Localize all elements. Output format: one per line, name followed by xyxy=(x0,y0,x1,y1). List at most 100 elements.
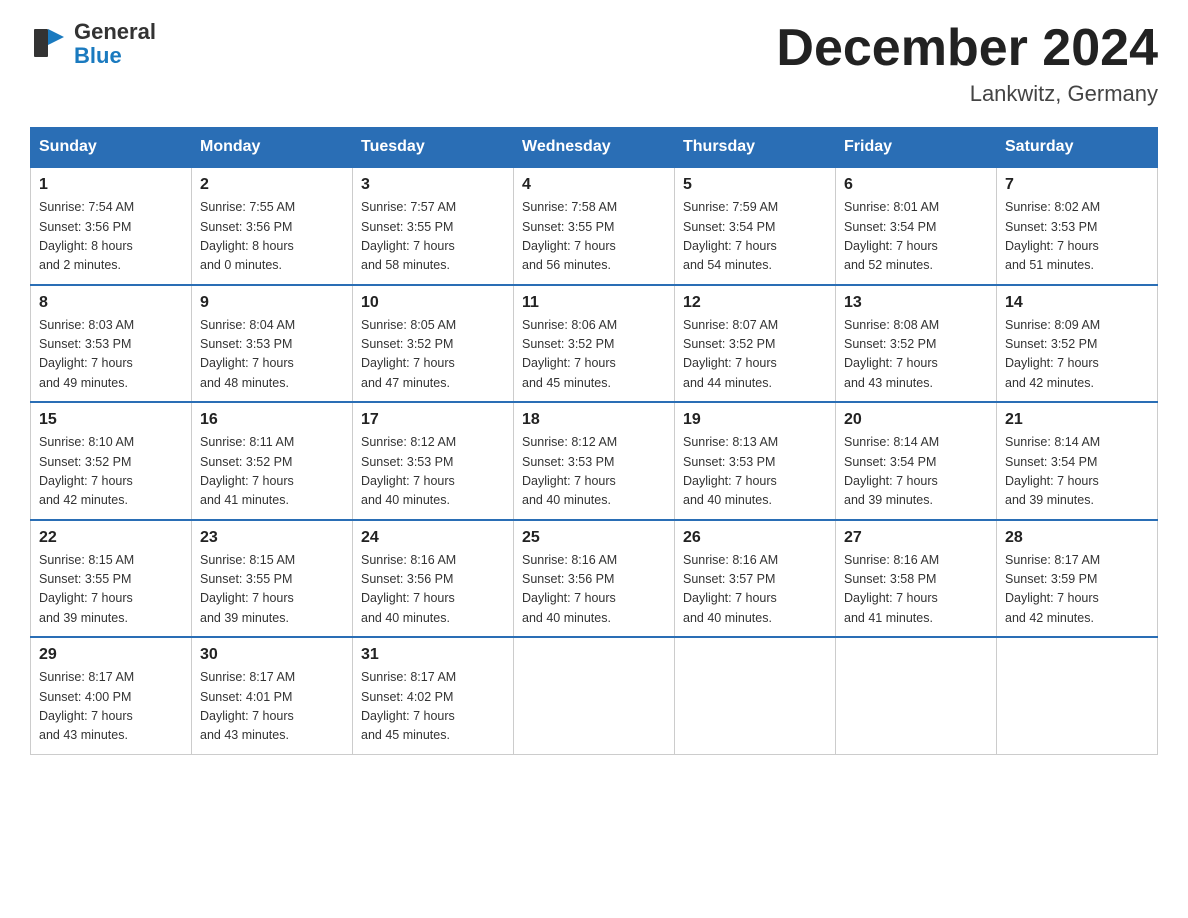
calendar-table: Sunday Monday Tuesday Wednesday Thursday… xyxy=(30,127,1158,755)
calendar-cell: 29 Sunrise: 8:17 AMSunset: 4:00 PMDayligh… xyxy=(31,637,192,754)
location-text: Lankwitz, Germany xyxy=(776,81,1158,107)
calendar-cell: 4Sunrise: 7:58 AMSunset: 3:55 PMDaylight… xyxy=(514,167,675,285)
day-number: 18 xyxy=(522,411,666,429)
calendar-cell: 20Sunrise: 8:14 AMSunset: 3:54 PMDayligh… xyxy=(836,402,997,520)
header-saturday: Saturday xyxy=(997,128,1158,168)
day-info: Sunrise: 8:17 AMSunset: 4:02 PMDaylight:… xyxy=(361,668,505,746)
calendar-cell xyxy=(836,637,997,754)
day-number: 4 xyxy=(522,176,666,194)
day-number: 5 xyxy=(683,176,827,194)
day-info: Sunrise: 8:17 AMSunset: 4:00 PMDaylight:… xyxy=(39,668,183,746)
day-number: 16 xyxy=(200,411,344,429)
calendar-cell: 6 Sunrise: 8:01 AMSunset: 3:54 PMDaylight… xyxy=(836,167,997,285)
day-number: 23 xyxy=(200,529,344,547)
day-info: Sunrise: 8:10 AMSunset: 3:52 PMDaylight:… xyxy=(39,433,183,511)
day-number: 24 xyxy=(361,529,505,547)
day-info: Sunrise: 8:17 AMSunset: 4:01 PMDaylight:… xyxy=(200,668,344,746)
logo-blue-text: Blue xyxy=(74,44,156,68)
logo-general-text: General xyxy=(74,20,156,44)
day-number: 8 xyxy=(39,294,183,312)
calendar-cell: 5 Sunrise: 7:59 AMSunset: 3:54 PMDaylight… xyxy=(675,167,836,285)
calendar-cell: 23Sunrise: 8:15 AMSunset: 3:55 PMDayligh… xyxy=(192,520,353,638)
day-number: 26 xyxy=(683,529,827,547)
day-number: 27 xyxy=(844,529,988,547)
day-number: 21 xyxy=(1005,411,1149,429)
day-info: Sunrise: 8:17 AMSunset: 3:59 PMDaylight:… xyxy=(1005,551,1149,629)
day-info: Sunrise: 8:04 AMSunset: 3:53 PMDaylight:… xyxy=(200,316,344,394)
header-row: Sunday Monday Tuesday Wednesday Thursday… xyxy=(31,128,1158,168)
day-info: Sunrise: 7:54 AMSunset: 3:56 PMDaylight:… xyxy=(39,198,183,276)
day-info: Sunrise: 8:16 AMSunset: 3:56 PMDaylight:… xyxy=(522,551,666,629)
day-info: Sunrise: 8:16 AMSunset: 3:58 PMDaylight:… xyxy=(844,551,988,629)
calendar-cell xyxy=(997,637,1158,754)
calendar-cell: 18 Sunrise: 8:12 AMSunset: 3:53 PMDayligh… xyxy=(514,402,675,520)
day-info: Sunrise: 8:15 AMSunset: 3:55 PMDaylight:… xyxy=(39,551,183,629)
header-sunday: Sunday xyxy=(31,128,192,168)
calendar-cell: 7 Sunrise: 8:02 AMSunset: 3:53 PMDaylight… xyxy=(997,167,1158,285)
day-info: Sunrise: 8:05 AMSunset: 3:52 PMDaylight:… xyxy=(361,316,505,394)
day-info: Sunrise: 7:57 AMSunset: 3:55 PMDaylight:… xyxy=(361,198,505,276)
header-thursday: Thursday xyxy=(675,128,836,168)
day-number: 10 xyxy=(361,294,505,312)
calendar-cell: 31 Sunrise: 8:17 AMSunset: 4:02 PMDayligh… xyxy=(353,637,514,754)
day-number: 19 xyxy=(683,411,827,429)
day-info: Sunrise: 8:16 AMSunset: 3:57 PMDaylight:… xyxy=(683,551,827,629)
day-number: 31 xyxy=(361,646,505,664)
logo: General Blue xyxy=(30,20,156,68)
month-title: December 2024 xyxy=(776,20,1158,77)
calendar-cell: 26 Sunrise: 8:16 AMSunset: 3:57 PMDayligh… xyxy=(675,520,836,638)
calendar-week-2: 8 Sunrise: 8:03 AMSunset: 3:53 PMDaylight… xyxy=(31,285,1158,403)
day-number: 3 xyxy=(361,176,505,194)
calendar-week-5: 29 Sunrise: 8:17 AMSunset: 4:00 PMDayligh… xyxy=(31,637,1158,754)
calendar-cell xyxy=(514,637,675,754)
day-number: 7 xyxy=(1005,176,1149,194)
header-tuesday: Tuesday xyxy=(353,128,514,168)
day-number: 22 xyxy=(39,529,183,547)
calendar-cell: 27 Sunrise: 8:16 AMSunset: 3:58 PMDayligh… xyxy=(836,520,997,638)
calendar-cell: 12 Sunrise: 8:07 AMSunset: 3:52 PMDayligh… xyxy=(675,285,836,403)
day-number: 20 xyxy=(844,411,988,429)
day-number: 13 xyxy=(844,294,988,312)
day-info: Sunrise: 8:11 AMSunset: 3:52 PMDaylight:… xyxy=(200,433,344,511)
day-number: 17 xyxy=(361,411,505,429)
day-info: Sunrise: 8:07 AMSunset: 3:52 PMDaylight:… xyxy=(683,316,827,394)
day-info: Sunrise: 8:02 AMSunset: 3:53 PMDaylight:… xyxy=(1005,198,1149,276)
calendar-cell xyxy=(675,637,836,754)
day-number: 28 xyxy=(1005,529,1149,547)
calendar-cell: 3 Sunrise: 7:57 AMSunset: 3:55 PMDaylight… xyxy=(353,167,514,285)
day-info: Sunrise: 8:12 AMSunset: 3:53 PMDaylight:… xyxy=(522,433,666,511)
header-wednesday: Wednesday xyxy=(514,128,675,168)
calendar-cell: 14Sunrise: 8:09 AMSunset: 3:52 PMDayligh… xyxy=(997,285,1158,403)
day-info: Sunrise: 8:12 AMSunset: 3:53 PMDaylight:… xyxy=(361,433,505,511)
day-info: Sunrise: 7:59 AMSunset: 3:54 PMDaylight:… xyxy=(683,198,827,276)
calendar-cell: 25Sunrise: 8:16 AMSunset: 3:56 PMDayligh… xyxy=(514,520,675,638)
day-info: Sunrise: 7:55 AMSunset: 3:56 PMDaylight:… xyxy=(200,198,344,276)
day-number: 12 xyxy=(683,294,827,312)
calendar-week-3: 15Sunrise: 8:10 AMSunset: 3:52 PMDayligh… xyxy=(31,402,1158,520)
day-number: 9 xyxy=(200,294,344,312)
day-number: 2 xyxy=(200,176,344,194)
calendar-cell: 10 Sunrise: 8:05 AMSunset: 3:52 PMDayligh… xyxy=(353,285,514,403)
calendar-cell: 19 Sunrise: 8:13 AMSunset: 3:53 PMDayligh… xyxy=(675,402,836,520)
calendar-cell: 1Sunrise: 7:54 AMSunset: 3:56 PMDaylight… xyxy=(31,167,192,285)
calendar-cell: 11Sunrise: 8:06 AMSunset: 3:52 PMDayligh… xyxy=(514,285,675,403)
calendar-cell: 28 Sunrise: 8:17 AMSunset: 3:59 PMDayligh… xyxy=(997,520,1158,638)
calendar-cell: 15Sunrise: 8:10 AMSunset: 3:52 PMDayligh… xyxy=(31,402,192,520)
day-number: 29 xyxy=(39,646,183,664)
day-info: Sunrise: 8:03 AMSunset: 3:53 PMDaylight:… xyxy=(39,316,183,394)
calendar-cell: 8 Sunrise: 8:03 AMSunset: 3:53 PMDaylight… xyxy=(31,285,192,403)
calendar-cell: 22 Sunrise: 8:15 AMSunset: 3:55 PMDayligh… xyxy=(31,520,192,638)
day-info: Sunrise: 8:01 AMSunset: 3:54 PMDaylight:… xyxy=(844,198,988,276)
day-info: Sunrise: 8:13 AMSunset: 3:53 PMDaylight:… xyxy=(683,433,827,511)
logo-icon xyxy=(30,23,72,65)
day-number: 14 xyxy=(1005,294,1149,312)
calendar-body: 1Sunrise: 7:54 AMSunset: 3:56 PMDaylight… xyxy=(31,167,1158,754)
calendar-cell: 2 Sunrise: 7:55 AMSunset: 3:56 PMDaylight… xyxy=(192,167,353,285)
calendar-week-4: 22 Sunrise: 8:15 AMSunset: 3:55 PMDayligh… xyxy=(31,520,1158,638)
calendar-cell: 16 Sunrise: 8:11 AMSunset: 3:52 PMDayligh… xyxy=(192,402,353,520)
calendar-cell: 13 Sunrise: 8:08 AMSunset: 3:52 PMDayligh… xyxy=(836,285,997,403)
calendar-cell: 30Sunrise: 8:17 AMSunset: 4:01 PMDayligh… xyxy=(192,637,353,754)
day-number: 6 xyxy=(844,176,988,194)
day-info: Sunrise: 8:08 AMSunset: 3:52 PMDaylight:… xyxy=(844,316,988,394)
calendar-cell: 9 Sunrise: 8:04 AMSunset: 3:53 PMDaylight… xyxy=(192,285,353,403)
